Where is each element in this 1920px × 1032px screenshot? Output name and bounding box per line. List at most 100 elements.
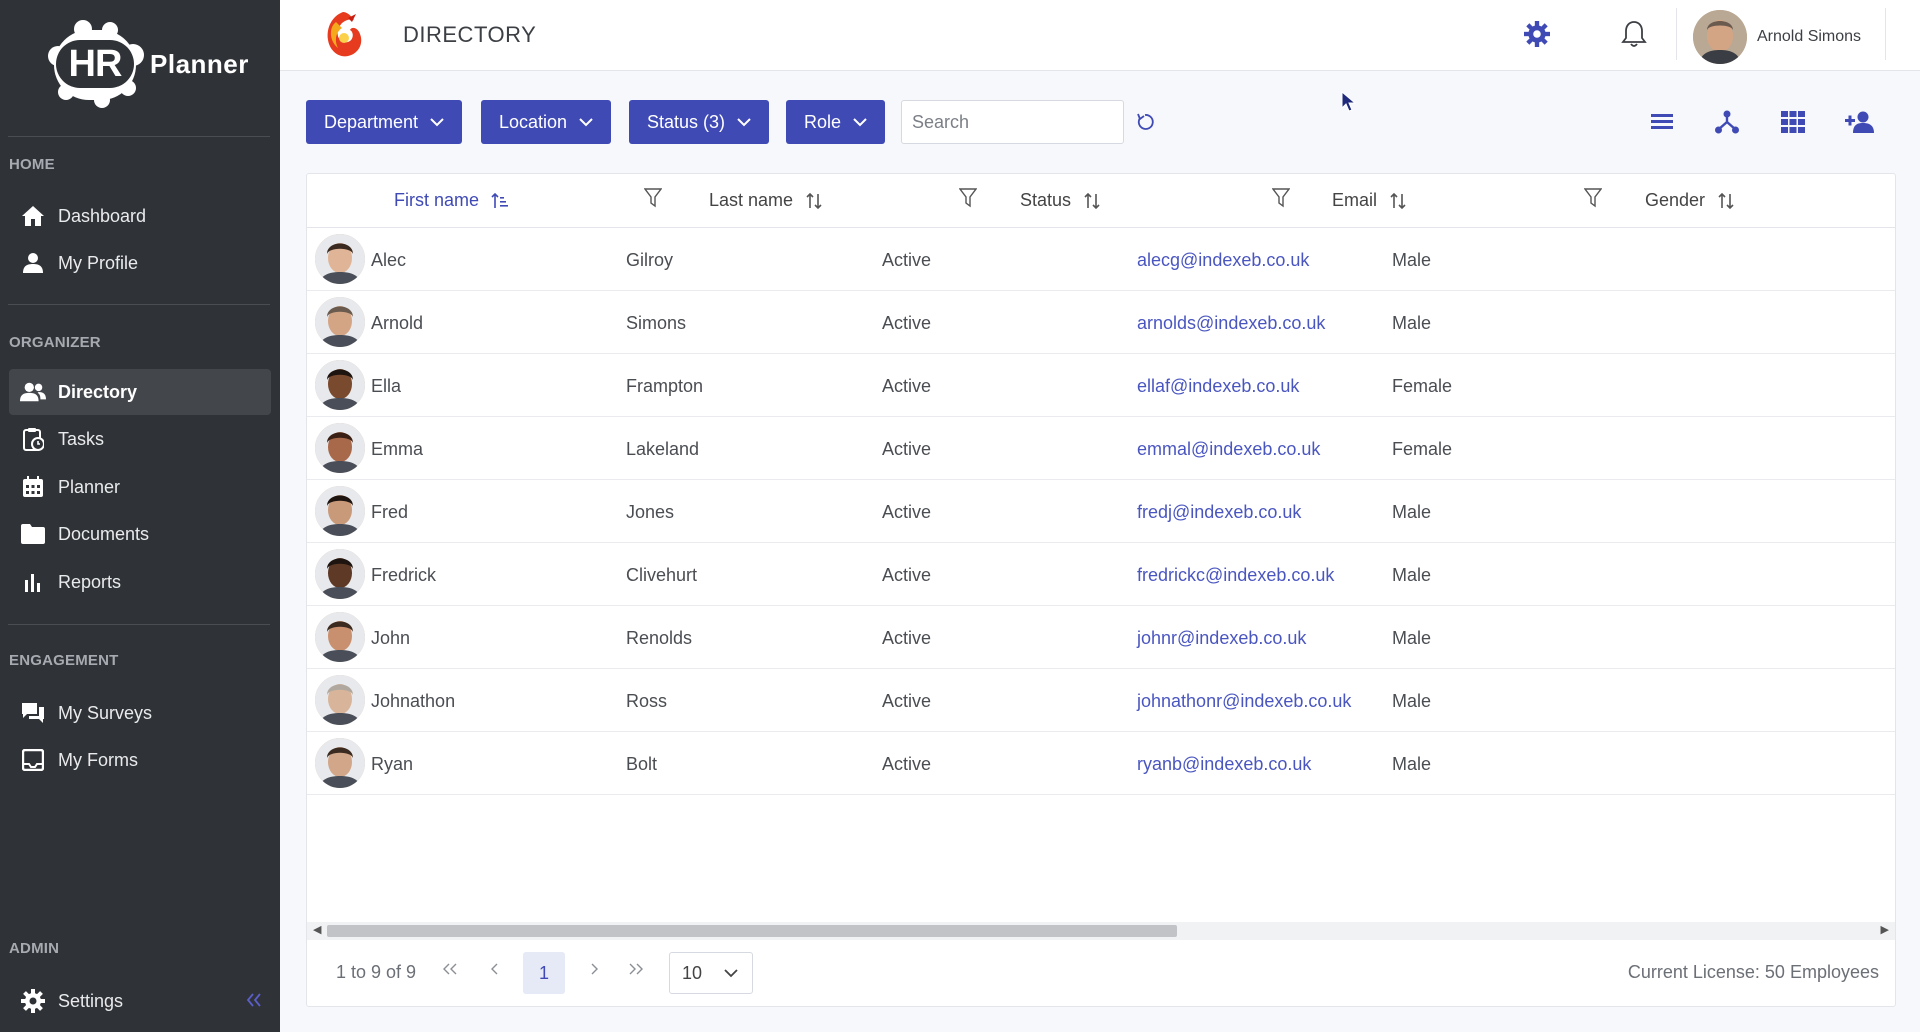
- employee-avatar: [315, 297, 365, 347]
- gender-cell: Male: [1392, 565, 1432, 585]
- form-icon: [20, 747, 46, 773]
- email-link[interactable]: emmal@indexeb.co.uk: [1137, 439, 1320, 460]
- employee-avatar: [315, 738, 365, 788]
- table-row[interactable]: Ryan Bolt Active ryanb@indexeb.co.uk Male: [307, 732, 1895, 795]
- last-name-cell: Frampton: [626, 376, 704, 396]
- status-cell: Active: [882, 313, 932, 333]
- column-header-first-name[interactable]: First name: [394, 190, 509, 211]
- scroll-left-icon[interactable]: ◀: [313, 923, 321, 936]
- first-page-icon[interactable]: [442, 960, 458, 981]
- next-page-icon[interactable]: [589, 960, 599, 981]
- chevron-down-icon: [430, 118, 444, 127]
- sidebar-item-tasks[interactable]: Tasks: [9, 416, 271, 462]
- sort-icon: [1718, 192, 1734, 209]
- refresh-icon[interactable]: [1129, 106, 1161, 138]
- location-filter-button[interactable]: Location: [481, 100, 612, 144]
- table-row[interactable]: Ella Frampton Active ellaf@indexeb.co.uk Fem…: [307, 354, 1895, 417]
- email-link[interactable]: johnr@indexeb.co.uk: [1137, 628, 1306, 649]
- email-link[interactable]: fredrickc@indexeb.co.uk: [1137, 565, 1334, 586]
- column-header-last-name[interactable]: Last name: [709, 190, 823, 211]
- column-label: Email: [1332, 190, 1378, 210]
- filter-label: Location: [499, 111, 568, 132]
- sidebar-item-documents[interactable]: Documents: [9, 511, 271, 557]
- horizontal-scrollbar[interactable]: ◀ ▶: [307, 922, 1895, 940]
- scroll-right-icon[interactable]: ▶: [1881, 923, 1889, 936]
- list-view-icon[interactable]: [1646, 106, 1678, 138]
- settings-gear-icon[interactable]: [1521, 18, 1553, 50]
- sort-ascending-icon: [491, 192, 509, 208]
- gender-cell: Female: [1392, 376, 1453, 396]
- last-name-cell: Lakeland: [626, 439, 700, 459]
- filter-icon[interactable]: [958, 188, 978, 213]
- table-row[interactable]: Fred Jones Active fredj@indexeb.co.uk Male: [307, 480, 1895, 543]
- user-menu[interactable]: Arnold Simons: [1693, 10, 1861, 64]
- sidebar-item-settings[interactable]: Settings: [9, 978, 271, 1024]
- column-header-email[interactable]: Email: [1332, 190, 1407, 211]
- table-row[interactable]: John Renolds Active johnr@indexeb.co.uk Male: [307, 606, 1895, 669]
- email-link[interactable]: alecg@indexeb.co.uk: [1137, 250, 1309, 271]
- table-row[interactable]: Alec Gilroy Active alecg@indexeb.co.uk Male: [307, 228, 1895, 291]
- sidebar-item-my-forms[interactable]: My Forms: [9, 737, 271, 783]
- sidebar-item-my-surveys[interactable]: My Surveys: [9, 690, 271, 736]
- org-chart-icon[interactable]: [1711, 106, 1743, 138]
- sidebar-item-planner[interactable]: Planner: [9, 464, 271, 510]
- section-label-admin: ADMIN: [9, 940, 60, 957]
- scrollbar-thumb[interactable]: [327, 925, 1177, 937]
- column-header-gender[interactable]: Gender: [1645, 190, 1735, 211]
- chat-bubbles-icon: [20, 700, 46, 726]
- app-logo[interactable]: HR Planner: [44, 18, 249, 110]
- sidebar-item-directory[interactable]: Directory: [9, 369, 271, 415]
- sidebar-item-label: My Profile: [58, 252, 139, 273]
- last-page-icon[interactable]: [628, 960, 644, 981]
- gender-cell: Male: [1392, 691, 1432, 711]
- section-label-organizer: ORGANIZER: [9, 334, 101, 351]
- email-link[interactable]: arnolds@indexeb.co.uk: [1137, 313, 1325, 334]
- last-name-cell: Ross: [626, 691, 668, 711]
- clipboard-clock-icon: [20, 426, 46, 452]
- role-filter-button[interactable]: Role: [786, 100, 886, 144]
- email-link[interactable]: ryanb@indexeb.co.uk: [1137, 754, 1311, 775]
- column-header-status[interactable]: Status: [1020, 190, 1101, 211]
- page-size-select[interactable]: 10: [669, 952, 753, 994]
- divider: [1676, 8, 1677, 60]
- search-input[interactable]: [901, 100, 1124, 144]
- table-row[interactable]: Fredrick Clivehurt Active fredrickc@indexeb…: [307, 543, 1895, 606]
- page-button-current[interactable]: 1: [523, 952, 565, 994]
- section-label-home: HOME: [9, 156, 55, 173]
- sidebar-item-label: Reports: [58, 571, 122, 592]
- sidebar-item-label: Tasks: [58, 428, 105, 449]
- directory-table: First name Last name Status Email Gender: [306, 173, 1896, 1007]
- email-link[interactable]: ellaf@indexeb.co.uk: [1137, 376, 1299, 397]
- table-row[interactable]: Arnold Simons Active arnolds@indexeb.co.uk M…: [307, 291, 1895, 354]
- grid-view-icon[interactable]: [1777, 106, 1809, 138]
- filter-icon[interactable]: [1271, 188, 1291, 213]
- bell-icon[interactable]: [1618, 18, 1650, 50]
- pagination-range: 1 to 9 of 9: [336, 962, 417, 982]
- email-link[interactable]: johnathonr@indexeb.co.uk: [1137, 691, 1351, 712]
- sort-icon: [806, 192, 822, 209]
- sidebar-item-dashboard[interactable]: Dashboard: [9, 193, 271, 239]
- divider: [8, 304, 270, 305]
- sidebar-item-my-profile[interactable]: My Profile: [9, 240, 271, 286]
- status-filter-button[interactable]: Status (3): [629, 100, 770, 144]
- status-cell: Active: [882, 565, 932, 585]
- department-filter-button[interactable]: Department: [306, 100, 463, 144]
- table-row[interactable]: Emma Lakeland Active emmal@indexeb.co.uk Fem…: [307, 417, 1895, 480]
- filter-icon[interactable]: [643, 188, 663, 213]
- table-row[interactable]: Johnathon Ross Active johnathonr@indexeb.co…: [307, 669, 1895, 732]
- column-label: Last name: [709, 190, 794, 210]
- column-label: Status: [1020, 190, 1072, 210]
- email-link[interactable]: fredj@indexeb.co.uk: [1137, 502, 1301, 523]
- filter-icon[interactable]: [1583, 188, 1603, 213]
- page-title: DIRECTORY: [403, 22, 537, 47]
- first-name-cell: Fredrick: [371, 565, 437, 585]
- users-icon: [20, 379, 46, 405]
- previous-page-icon[interactable]: [490, 960, 500, 981]
- sidebar-item-reports[interactable]: Reports: [9, 559, 271, 605]
- collapse-sidebar-icon[interactable]: [246, 990, 262, 1013]
- status-cell: Active: [882, 376, 932, 396]
- sort-icon: [1084, 192, 1100, 209]
- gender-cell: Male: [1392, 250, 1432, 270]
- add-user-icon[interactable]: [1844, 106, 1876, 138]
- sort-icon: [1390, 192, 1406, 209]
